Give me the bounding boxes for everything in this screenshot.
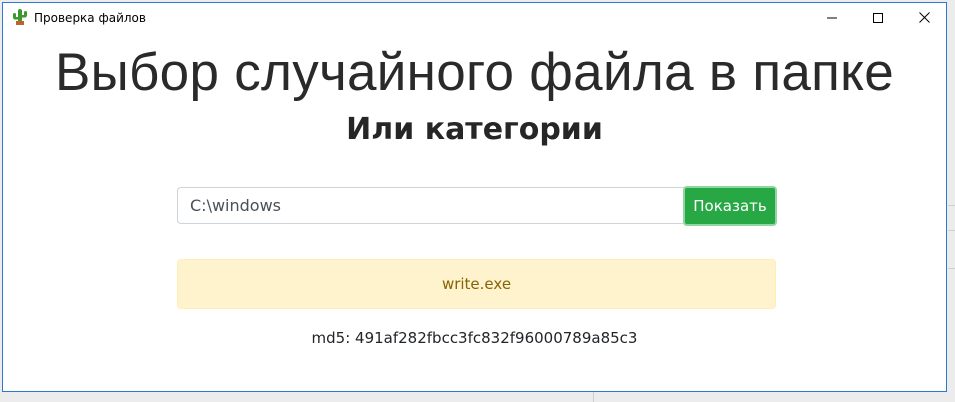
minimize-button[interactable] bbox=[809, 3, 855, 32]
page-subtitle: Или категории bbox=[346, 112, 603, 147]
folder-path-input[interactable] bbox=[177, 187, 687, 224]
window-title: Проверка файлов bbox=[34, 11, 146, 25]
maximize-button[interactable] bbox=[855, 3, 901, 32]
background-divider bbox=[948, 205, 955, 206]
close-icon bbox=[918, 12, 930, 23]
result-alert: write.exe bbox=[177, 259, 776, 309]
md5-hash: md5: 491af282fbcc3fc832f96000789a85c3 bbox=[311, 329, 638, 347]
show-button[interactable]: Показать bbox=[683, 186, 777, 226]
background-divider bbox=[948, 230, 955, 231]
app-window: Проверка файлов Выбор случайного файла в… bbox=[2, 2, 947, 392]
page-title: Выбор случайного файла в папке bbox=[54, 43, 895, 102]
close-button[interactable] bbox=[901, 3, 947, 32]
maximize-icon bbox=[873, 12, 883, 23]
result-filename: write.exe bbox=[441, 275, 512, 293]
background-divider bbox=[593, 392, 594, 402]
minimize-icon bbox=[827, 13, 837, 23]
title-bar[interactable]: Проверка файлов bbox=[3, 3, 946, 32]
cactus-icon bbox=[12, 8, 28, 25]
main-content: Выбор случайного файла в папке Или катег… bbox=[3, 32, 946, 392]
background-divider bbox=[948, 268, 955, 269]
